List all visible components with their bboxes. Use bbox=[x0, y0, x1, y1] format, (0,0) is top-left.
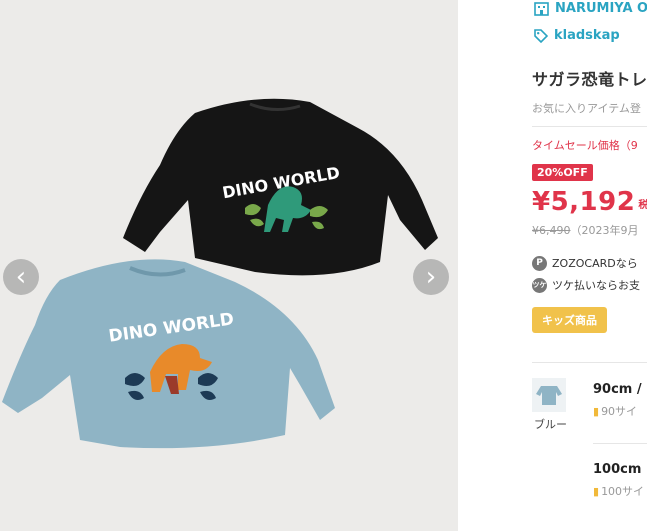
tax-label: 税 bbox=[638, 200, 647, 211]
variant-size: 100cm bbox=[593, 462, 642, 477]
divider bbox=[532, 362, 647, 363]
chevron-left-icon: ‹ bbox=[15, 262, 27, 292]
next-image-button[interactable]: › bbox=[413, 259, 449, 295]
sale-price: ¥5,192 税 bbox=[532, 187, 647, 217]
variant-note-text: 100サイ bbox=[601, 485, 645, 498]
variant-size: 90cm / bbox=[593, 382, 642, 397]
brand-link[interactable]: NARUMIYA O bbox=[534, 1, 647, 16]
stock-icon: ▮ bbox=[593, 405, 600, 418]
points-icon: P bbox=[532, 255, 547, 271]
sweatshirt-thumbnail bbox=[536, 386, 562, 405]
deferred-payment-text: ツケ払いならお支 bbox=[552, 279, 640, 292]
price-value: ¥5,192 bbox=[532, 187, 636, 217]
original-price-note: （2023年9月 bbox=[570, 224, 639, 237]
sale-label: タイムセール価格（9 bbox=[532, 139, 638, 152]
original-price-value: ¥6,490 bbox=[532, 224, 571, 237]
chevron-right-icon: › bbox=[425, 262, 437, 292]
tag-icon bbox=[534, 28, 548, 43]
variant-size-note: ▮ 90サイ bbox=[593, 403, 637, 419]
variant-thumbnail[interactable] bbox=[532, 378, 566, 412]
variant-color: ブルー bbox=[534, 418, 567, 431]
product-info-panel: NARUMIYA O kladskap サガラ恐竜トレ お気に入りアイテム登 タ… bbox=[458, 0, 647, 531]
blue-sweatshirt: DINO WORLD bbox=[2, 259, 335, 449]
deferred-payment-row[interactable]: ツケ ツケ払いならお支 bbox=[532, 277, 640, 293]
stock-icon: ▮ bbox=[593, 485, 600, 498]
brand-name: NARUMIYA O bbox=[555, 1, 647, 16]
original-price: ¥6,490（2023年9月 bbox=[532, 222, 639, 238]
zozocard-text: ZOZOCARDなら bbox=[552, 257, 638, 270]
prev-image-button[interactable]: ‹ bbox=[3, 259, 39, 295]
divider bbox=[593, 443, 647, 444]
favorite-hint: お気に入りアイテム登 bbox=[532, 102, 641, 115]
building-icon bbox=[534, 1, 549, 16]
product-image-gallery[interactable]: DINO WORLD DINO WORLD ‹ › bbox=[0, 0, 458, 531]
product-title: サガラ恐竜トレ bbox=[532, 70, 647, 89]
black-sweatshirt: DINO WORLD bbox=[123, 98, 438, 276]
product-photo: DINO WORLD DINO WORLD bbox=[2, 98, 438, 449]
divider bbox=[532, 126, 647, 127]
category-badge[interactable]: キッズ商品 bbox=[532, 307, 607, 333]
zozocard-row[interactable]: P ZOZOCARDなら bbox=[532, 255, 638, 271]
discount-badge: 20%OFF bbox=[532, 164, 593, 181]
shop-name: kladskap bbox=[554, 28, 620, 43]
variant-note-text: 90サイ bbox=[601, 405, 638, 418]
variant-size-note: ▮ 100サイ bbox=[593, 483, 644, 499]
deferred-payment-icon: ツケ bbox=[532, 277, 547, 293]
shop-link[interactable]: kladskap bbox=[534, 28, 620, 43]
